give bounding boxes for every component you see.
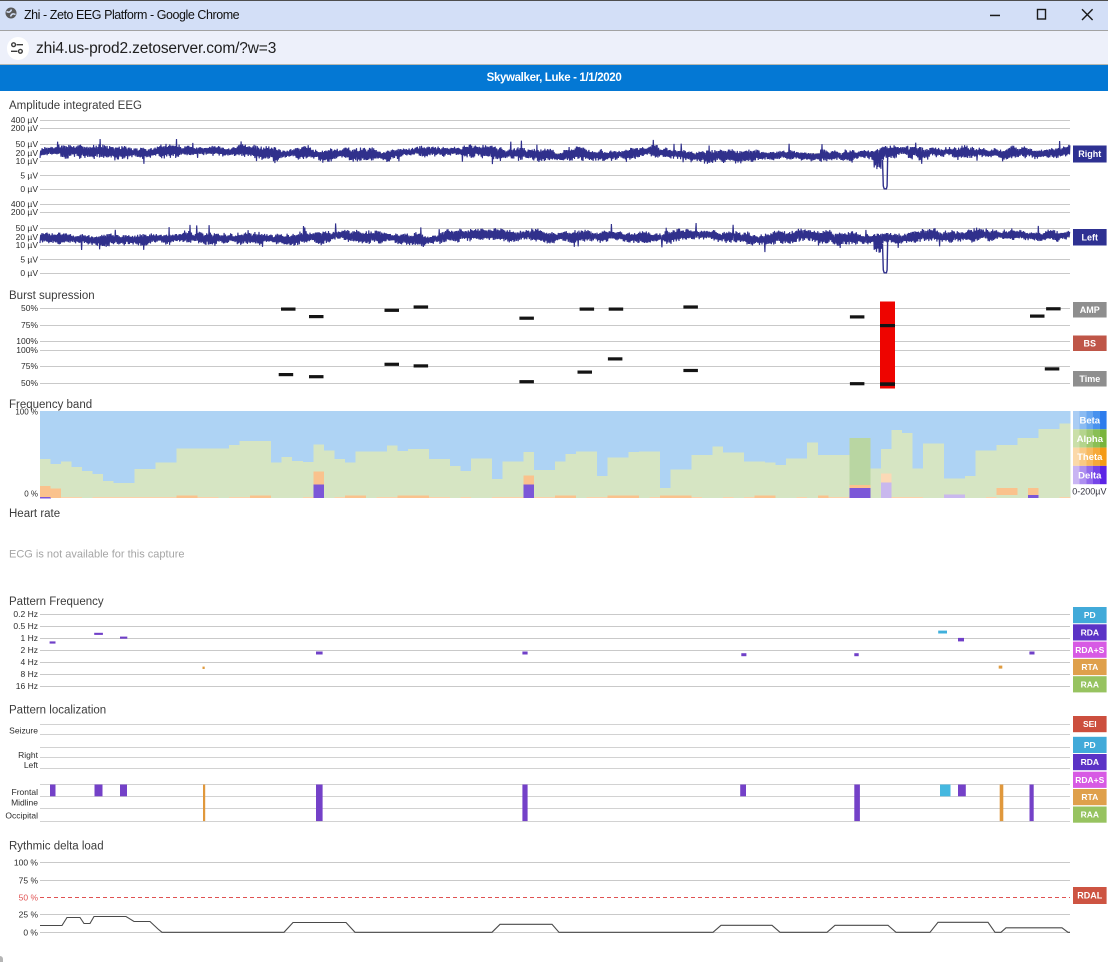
svg-text:100%: 100% <box>16 345 38 355</box>
svg-text:25 %: 25 % <box>19 909 39 919</box>
svg-text:50 %: 50 % <box>19 892 39 902</box>
svg-text:0 µV: 0 µV <box>20 184 38 194</box>
svg-text:10 µV: 10 µV <box>16 156 39 166</box>
svg-text:RDA+S: RDA+S <box>1075 775 1104 785</box>
svg-text:Left: Left <box>1082 232 1099 242</box>
svg-text:100 %: 100 % <box>14 858 39 868</box>
svg-text:8 Hz: 8 Hz <box>21 669 38 679</box>
svg-text:RDAL: RDAL <box>1077 891 1102 901</box>
svg-text:10 µV: 10 µV <box>16 240 39 250</box>
svg-text:PD: PD <box>1084 610 1096 620</box>
svg-text:0 %: 0 % <box>23 927 38 937</box>
svg-text:Seizure: Seizure <box>9 725 38 735</box>
svg-text:RDA: RDA <box>1081 627 1099 637</box>
svg-text:100 %: 100 % <box>15 408 38 417</box>
svg-text:Theta: Theta <box>1077 452 1103 463</box>
svg-text:Occipital: Occipital <box>5 811 38 821</box>
svg-text:Left: Left <box>24 760 39 770</box>
svg-text:Burst supression: Burst supression <box>9 290 95 302</box>
svg-text:PD: PD <box>1084 740 1096 750</box>
svg-text:Rythmic delta load: Rythmic delta load <box>9 841 104 853</box>
svg-text:Beta: Beta <box>1080 416 1101 427</box>
svg-text:16 Hz: 16 Hz <box>16 681 38 691</box>
svg-text:Time: Time <box>1079 374 1100 384</box>
svg-text:0.5 Hz: 0.5 Hz <box>13 621 38 631</box>
svg-text:0.2 Hz: 0.2 Hz <box>13 609 38 619</box>
svg-text:1 Hz: 1 Hz <box>21 633 38 643</box>
svg-text:Pattern Frequency: Pattern Frequency <box>9 596 104 608</box>
svg-text:75 %: 75 % <box>19 875 39 885</box>
svg-text:4 Hz: 4 Hz <box>21 657 38 667</box>
svg-text:AMP: AMP <box>1080 305 1100 315</box>
svg-text:RDA+S: RDA+S <box>1075 645 1104 655</box>
svg-text:Pattern localization: Pattern localization <box>9 705 106 717</box>
svg-text:Frontal: Frontal <box>12 787 39 797</box>
svg-text:50%: 50% <box>21 303 38 313</box>
svg-text:SEI: SEI <box>1083 719 1097 729</box>
svg-text:5 µV: 5 µV <box>20 171 38 181</box>
svg-text:Right: Right <box>18 750 38 760</box>
svg-text:RDA: RDA <box>1081 757 1099 767</box>
svg-text:Right: Right <box>1078 149 1101 159</box>
svg-text:Delta: Delta <box>1078 470 1102 481</box>
svg-text:RAA: RAA <box>1081 679 1099 689</box>
svg-text:Alpha: Alpha <box>1077 434 1104 445</box>
svg-text:75%: 75% <box>21 361 38 371</box>
svg-text:RAA: RAA <box>1081 810 1099 820</box>
svg-text:Amplitude integrated EEG: Amplitude integrated EEG <box>9 100 142 112</box>
svg-text:RTA: RTA <box>1081 662 1098 672</box>
svg-text:Heart rate: Heart rate <box>9 508 60 520</box>
svg-text:0 µV: 0 µV <box>20 268 38 278</box>
svg-text:Midline: Midline <box>11 798 38 808</box>
svg-text:0-200µV: 0-200µV <box>1072 487 1106 497</box>
svg-text:ECG is not available for this: ECG is not available for this capture <box>9 549 184 561</box>
svg-text:0 %: 0 % <box>24 490 38 499</box>
svg-text:BS: BS <box>1084 338 1097 348</box>
svg-text:5 µV: 5 µV <box>20 255 38 265</box>
svg-text:75%: 75% <box>21 320 38 330</box>
svg-text:50%: 50% <box>21 378 38 388</box>
svg-text:2 Hz: 2 Hz <box>21 645 38 655</box>
svg-text:200 µV: 200 µV <box>11 207 38 217</box>
svg-text:RTA: RTA <box>1081 792 1098 802</box>
svg-text:200 µV: 200 µV <box>11 123 38 133</box>
